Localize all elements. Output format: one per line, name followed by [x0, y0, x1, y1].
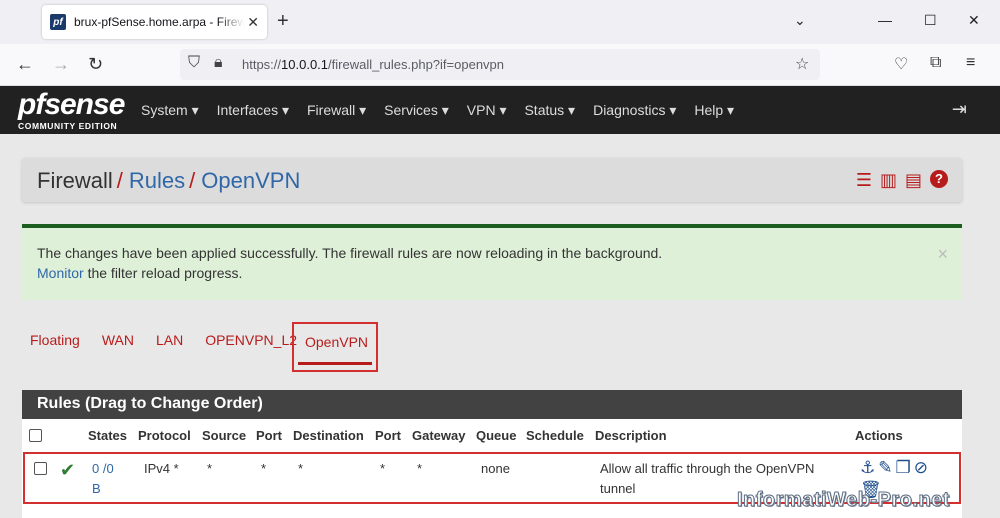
cell-source: * [207, 461, 213, 476]
cell-description: Allow all traffic through the OpenVPN [600, 461, 815, 476]
row-actions: ⚓︎ ✎ ❐ ⊘ [860, 458, 928, 478]
maximize-icon[interactable]: ☐ [924, 12, 937, 29]
panel-title: Rules (Drag to Change Order) [22, 390, 962, 419]
enabled-check-icon: ✔ [60, 460, 76, 480]
main-menu: System ▾ Interfaces ▾ Firewall ▾ Service… [141, 102, 752, 119]
menu-icon[interactable]: ≡ [966, 54, 975, 72]
menu-help[interactable]: Help ▾ [694, 102, 734, 119]
bookmark-star-icon[interactable]: ☆ [795, 54, 809, 74]
logout-icon[interactable]: ⇥ [952, 99, 967, 120]
tab-openvpn-l2[interactable]: OPENVPN_L2 [205, 332, 297, 348]
page-title: Firewall / Rules / OpenVPN [37, 168, 300, 194]
tab-wan[interactable]: WAN [102, 332, 134, 348]
shield-icon[interactable]: ⛉ [188, 54, 200, 72]
alert-message-2: Monitor the filter reload progress. [37, 265, 243, 281]
header-queue[interactable]: Queue [476, 428, 516, 443]
browser-tab[interactable]: pf brux-pfSense.home.arpa - Firew ✕ [42, 5, 267, 39]
disable-icon[interactable]: ⊘ [914, 458, 928, 478]
sliders-icon[interactable]: ☰ [856, 170, 872, 191]
browser-nav-bar: ← → ↻ ⛉ 🔒︎ https://10.0.0.1/firewall_rul… [0, 44, 1000, 86]
breadcrumb-separator: / [116, 168, 123, 193]
url-text[interactable]: https://10.0.0.1/firewall_rules.php?if=o… [242, 57, 504, 72]
cell-protocol: IPv4 * [144, 461, 179, 476]
cell-queue: none [481, 461, 510, 476]
breadcrumb: Firewall / Rules / OpenVPN ☰ ▥ ▤ ? [22, 158, 962, 202]
tab-floating[interactable]: Floating [30, 332, 80, 348]
new-tab-icon[interactable]: + [277, 10, 289, 33]
pfsense-navbar: pfsense COMMUNITY EDITION System ▾ Inter… [0, 86, 1000, 134]
copy-icon[interactable]: ❐ [896, 458, 911, 478]
pocket-icon[interactable]: ♡ [894, 54, 908, 74]
row-checkbox[interactable] [34, 462, 47, 475]
alert-message: The changes have been applied successful… [37, 245, 663, 261]
cell-port: * [380, 461, 386, 476]
bar-chart-icon[interactable]: ▥ [880, 170, 897, 191]
header-destination[interactable]: Destination [293, 428, 364, 443]
tab-openvpn-label: OpenVPN [305, 334, 369, 350]
menu-interfaces[interactable]: Interfaces ▾ [217, 102, 289, 119]
cell-gateway: * [417, 461, 423, 476]
active-tab-underline [298, 362, 372, 365]
header-schedule[interactable]: Schedule [526, 428, 584, 443]
help-icon[interactable]: ? [930, 170, 948, 188]
menu-diagnostics[interactable]: Diagnostics ▾ [593, 102, 676, 119]
header-source[interactable]: Source [202, 428, 246, 443]
alert-close-icon[interactable]: × [937, 244, 948, 265]
page-content: Firewall / Rules / OpenVPN ☰ ▥ ▤ ? The chang… [0, 134, 1000, 518]
menu-status[interactable]: Status ▾ [524, 102, 575, 119]
watermark: InformatiWeb-Pro.net [737, 489, 950, 512]
lock-icon[interactable]: 🔒︎ [214, 54, 223, 72]
header-description[interactable]: Description [595, 428, 667, 443]
url-bar[interactable]: ⛉ 🔒︎ https://10.0.0.1/firewall_rules.php… [180, 49, 820, 80]
log-list-icon[interactable]: ▤ [905, 170, 922, 191]
menu-vpn[interactable]: VPN ▾ [467, 102, 507, 119]
monitor-link[interactable]: Monitor [37, 265, 84, 281]
header-states[interactable]: States [88, 428, 127, 443]
anchor-icon[interactable]: ⚓︎ [860, 458, 875, 478]
reload-icon[interactable]: ↻ [88, 54, 103, 75]
breadcrumb-separator: / [189, 168, 196, 193]
minimize-icon[interactable]: — [878, 12, 892, 28]
header-protocol[interactable]: Protocol [138, 428, 191, 443]
header-port[interactable]: Port [256, 428, 282, 443]
breadcrumb-openvpn[interactable]: OpenVPN [201, 168, 300, 193]
tab-lan[interactable]: LAN [156, 332, 183, 348]
tab-close-icon[interactable]: ✕ [247, 14, 259, 31]
browser-tab-bar: pf brux-pfSense.home.arpa - Firew ✕ + ⌄ … [0, 0, 1000, 44]
back-icon[interactable]: ← [16, 54, 34, 75]
tab-title: brux-pfSense.home.arpa - Firew [74, 15, 244, 29]
forward-icon[interactable]: → [52, 54, 70, 75]
states-link[interactable]: 0 /0 [92, 461, 114, 476]
header-actions: Actions [855, 428, 903, 443]
success-alert: The changes have been applied successful… [22, 224, 962, 300]
interface-tabs: Floating WAN LAN OPENVPN_L2 [30, 332, 319, 348]
breadcrumb-firewall: Firewall [37, 168, 113, 193]
header-gateway[interactable]: Gateway [412, 428, 465, 443]
breadcrumb-icons: ☰ ▥ ▤ ? [856, 170, 948, 191]
menu-system[interactable]: System ▾ [141, 102, 199, 119]
cell-description-2: tunnel [600, 481, 636, 496]
window-close-icon[interactable]: ✕ [968, 12, 980, 29]
tab-openvpn[interactable]: OpenVPN [292, 322, 378, 372]
header-port[interactable]: Port [375, 428, 401, 443]
menu-services[interactable]: Services ▾ [384, 102, 449, 119]
cell-destination: * [298, 461, 304, 476]
extensions-icon[interactable]: ⧉ [930, 54, 941, 72]
tab-list-chevron-icon[interactable]: ⌄ [794, 12, 806, 29]
edit-pencil-icon[interactable]: ✎ [878, 458, 892, 478]
breadcrumb-rules[interactable]: Rules [129, 168, 185, 193]
menu-firewall[interactable]: Firewall ▾ [307, 102, 366, 119]
pfsense-favicon-icon: pf [50, 14, 66, 30]
states-link-2[interactable]: B [92, 481, 101, 496]
cell-port: * [261, 461, 267, 476]
pfsense-logo[interactable]: pfsense COMMUNITY EDITION [18, 90, 125, 132]
select-all-checkbox[interactable] [29, 429, 42, 442]
